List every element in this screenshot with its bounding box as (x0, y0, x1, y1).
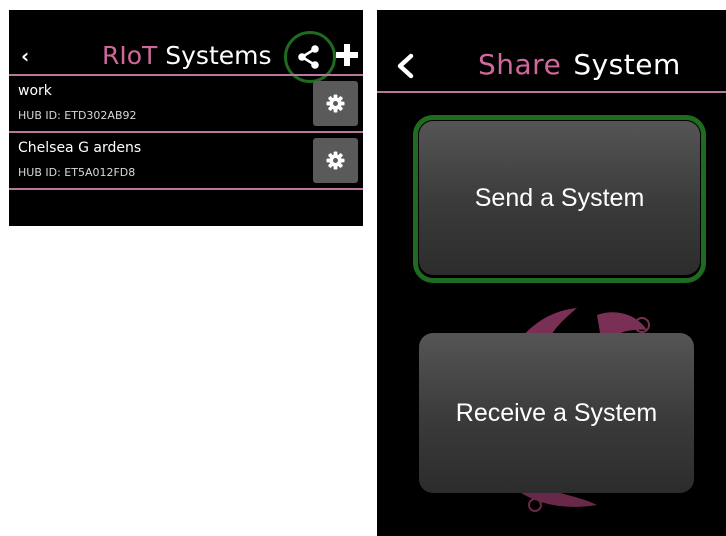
plus-icon[interactable] (336, 44, 358, 66)
receive-system-button[interactable]: Receive a System (419, 333, 694, 493)
hub-id: HUB ID: ETD302AB92 (18, 109, 137, 122)
header-divider (377, 91, 726, 93)
settings-button[interactable] (313, 138, 358, 183)
systems-list-screen: ‹ RIoT Systems work HUB ID: ETD302AB92 C… (9, 10, 363, 226)
systems-header: ‹ RIoT Systems (9, 10, 363, 83)
title-rest: Systems (165, 41, 272, 70)
send-system-button[interactable]: Send a System (419, 121, 700, 275)
title-accent: Share (478, 48, 562, 81)
back-chevron-icon[interactable] (394, 53, 416, 79)
system-name: Chelsea G ardens (18, 140, 142, 156)
system-name: work (18, 83, 52, 99)
page-title: Share System (478, 49, 681, 81)
list-item[interactable]: Chelsea G ardens HUB ID: ET5A012FD8 (9, 133, 363, 189)
title-accent: RIoT (102, 41, 158, 70)
hub-id: HUB ID: ET5A012FD8 (18, 166, 136, 179)
title-rest: System (573, 48, 681, 81)
page-title: RIoT Systems (102, 42, 272, 70)
row-divider (9, 188, 363, 190)
list-item[interactable]: work HUB ID: ETD302AB92 (9, 76, 363, 132)
gear-icon (326, 94, 345, 113)
back-chevron-icon[interactable]: ‹ (21, 46, 39, 66)
settings-button[interactable] (313, 81, 358, 126)
share-system-screen: Share System Send a System Receive a Syst… (377, 10, 726, 536)
gear-icon (326, 151, 345, 170)
share-icon (298, 45, 319, 69)
